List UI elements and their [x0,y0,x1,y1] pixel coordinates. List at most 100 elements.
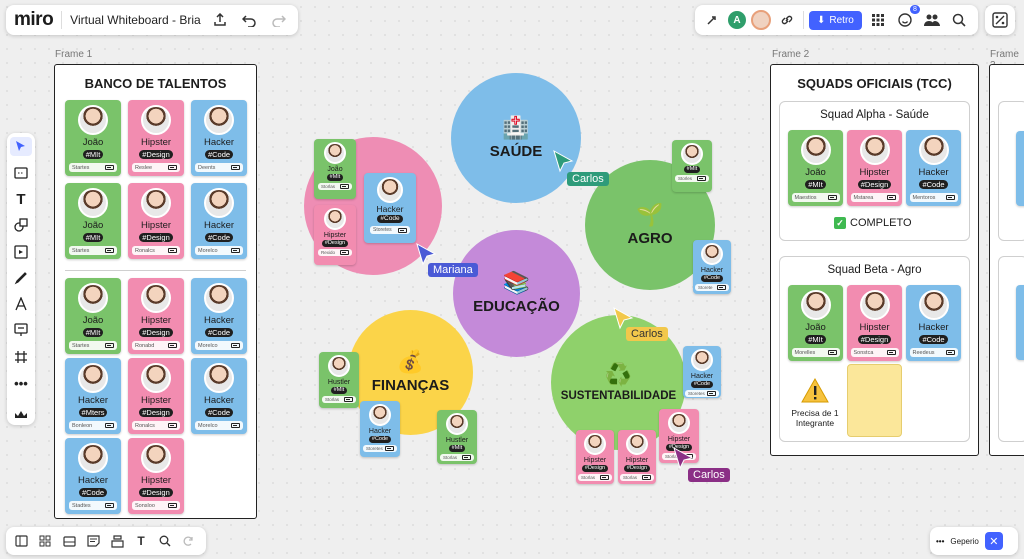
reaction-smile-icon[interactable]: 8 [894,5,920,31]
talent-card[interactable]: Hipster #Design Ronalcs [128,358,184,434]
person-avatar [324,142,346,164]
talent-card[interactable]: Hacker #Mters Bonleon [65,358,121,434]
circle-saude[interactable]: 🏥 SAÚDE [451,73,581,203]
person-avatar [681,143,703,165]
empty-sticky-note[interactable] [847,364,902,437]
board-title[interactable]: Virtual Whiteboard - Bria [70,13,201,27]
pen-icon[interactable] [10,268,32,287]
frame3-card-2[interactable] [1016,285,1024,360]
close-icon[interactable]: ✕ [984,532,1003,550]
squad-alpha-card[interactable]: João #MIt Maestios [788,130,843,206]
floating-card-saude-hipster[interactable]: Hipster #Design Rexido [314,205,356,265]
search-icon[interactable] [948,9,970,31]
users-icon[interactable] [921,9,943,31]
card-tag: #Code [204,327,234,338]
sticky-note-icon[interactable] [10,163,32,182]
card-footer: Morelco [195,246,243,256]
text-tool-icon[interactable]: T [132,532,150,550]
circle-educacao[interactable]: 📚 EDUCAÇÃO [453,230,580,357]
comment-icon[interactable] [10,321,32,340]
squad-beta-card[interactable]: Hacker #Code Reedeus [906,285,961,361]
share-upload-icon[interactable] [209,9,231,31]
miro-logo[interactable]: miro [14,9,54,31]
floating-card-sus-hacker[interactable]: Hacker #Code Storetes [683,346,721,398]
talent-card[interactable]: Hipster #Design Ronalcs [128,183,184,259]
squad-alpha-card[interactable]: Hacker #Code Mentoros [906,130,961,206]
talent-card[interactable]: Hipster #Design Sonsloo [128,438,184,514]
redo-icon[interactable] [268,9,290,31]
text-icon[interactable]: T [10,190,32,209]
panel-icon[interactable] [12,532,30,550]
squads-title: SQUADS OFICIAIS (TCC) [797,76,952,91]
sprout-icon: 🌱 [636,201,664,227]
person-avatar [369,404,391,426]
squad-alpha-card[interactable]: Hipster #Design Mstarea [847,130,902,206]
card-footer: Rexido [318,249,352,257]
select-icon[interactable] [10,137,32,157]
battery-icon [340,184,349,190]
card-tag: #Design [139,407,173,418]
card-footer: Stadtes [69,501,117,511]
user-avatar-a[interactable]: A [728,11,746,29]
card-tag: #Design [139,232,173,243]
apps-icon[interactable] [10,406,32,425]
card-tag: #Design [139,487,173,498]
settings-panel[interactable] [985,5,1015,35]
connector-icon[interactable] [10,295,32,314]
floating-card-agro-1[interactable]: #MIt Storles [672,140,712,192]
more-icon[interactable]: ••• [10,373,32,392]
floating-card-agro-hacker[interactable]: Hacker #Code Storete [693,240,731,294]
user-avatar-photo[interactable] [751,10,771,30]
battery-icon [462,455,471,461]
zoom-search-icon[interactable] [156,532,174,550]
talent-card[interactable]: João #MIt Startes [65,100,121,176]
money-bag-icon: 💰 [396,349,425,374]
talent-card[interactable]: Hipster #Design Reslee [128,100,184,176]
floating-card-saude-hacker[interactable]: Hacker #Code Storetes [364,173,416,243]
undo-icon[interactable] [238,9,260,31]
floating-card-saude-joao[interactable]: João #MIt Storlas [314,139,356,199]
frame3-card-1[interactable] [1016,131,1024,206]
recycle-icon: ♻️ [604,361,633,387]
card-name: Hacker [203,220,235,231]
talent-card[interactable]: Hacker #Code Morelco [191,358,247,434]
battery-icon [105,343,114,349]
more-dots-icon[interactable]: ••• [936,537,944,546]
floating-card-fin-hustler2[interactable]: Hustler #MIt Storlas [437,410,477,464]
floating-card-fin-hacker[interactable]: Hacker #Code Storetes [360,401,400,457]
link-icon[interactable] [776,9,798,31]
apps-grid-icon[interactable] [867,9,889,31]
squad-beta-card[interactable]: Hipster #Design Sonstca [847,285,902,361]
talent-card[interactable]: Hacker #Code Morelco [191,183,247,259]
grid-frame-icon[interactable] [10,347,32,366]
shape-icon[interactable] [10,216,32,235]
floating-card-fin-hustler[interactable]: Hustler #MIt Storlas [319,352,359,408]
left-toolbar: T ••• [7,133,35,425]
battery-icon [945,350,955,356]
floating-card-sus-hipster1[interactable]: Hipster #Design Storlas [576,430,614,484]
talent-card[interactable]: Hacker #Code Morelco [191,278,247,354]
talent-card[interactable]: Hacker #Code Stadtes [65,438,121,514]
person-avatar [141,283,171,313]
squad-beta-card[interactable]: João #MIt Morelles [788,285,843,361]
bottom-toolbar: T [6,527,206,555]
person-avatar [800,135,831,165]
card-footer: Morelco [195,421,243,431]
note-icon[interactable] [84,532,102,550]
frame-icon[interactable] [10,242,32,261]
talent-card[interactable]: Hacker #Code Deents [191,100,247,176]
floating-card-sus-hipster2[interactable]: Hipster #Design Storlas [618,430,656,484]
card-tag: #Code [690,381,714,389]
template-icon[interactable] [108,532,126,550]
reactions-icon[interactable] [701,9,723,31]
card-icon[interactable] [60,532,78,550]
person-avatar [141,188,171,218]
redo-small-icon[interactable] [180,532,198,550]
card-footer-label: Storlas [623,475,638,481]
talent-card[interactable]: João #MIt Startes [65,183,121,259]
grid-icon[interactable] [36,532,54,550]
card-tag: #Design [139,149,173,160]
retro-button[interactable]: ⬇ Retro [809,10,862,30]
talent-card[interactable]: Hipster #Design Ronabd [128,278,184,354]
talent-card[interactable]: João #MIt Startes [65,278,121,354]
